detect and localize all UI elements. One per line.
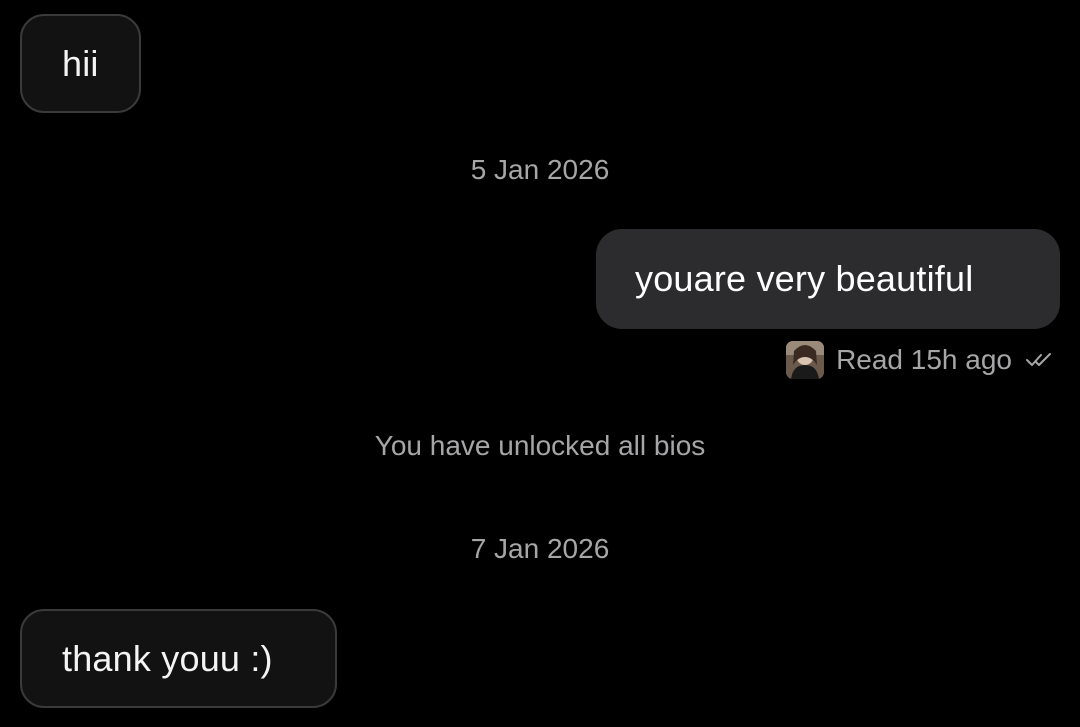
double-check-icon — [1026, 351, 1056, 369]
date-separator: 5 Jan 2026 — [470, 154, 610, 185]
message-text: thank youu :) — [62, 637, 273, 679]
date-separator: 7 Jan 2026 — [470, 533, 610, 564]
outgoing-message-bubble[interactable]: youare very beautiful — [596, 229, 1060, 329]
read-receipt: Read 15h ago — [786, 340, 1056, 380]
profile-avatar-icon — [786, 341, 825, 379]
system-note: You have unlocked all bios — [374, 430, 706, 461]
message-text: youare very beautiful — [635, 258, 974, 299]
message-text: hii — [62, 42, 99, 84]
incoming-message-bubble[interactable]: thank youu :) — [20, 609, 337, 708]
incoming-message-bubble[interactable]: hii — [20, 14, 141, 113]
read-status-text: Read 15h ago — [836, 344, 1012, 375]
avatar[interactable] — [786, 341, 825, 379]
